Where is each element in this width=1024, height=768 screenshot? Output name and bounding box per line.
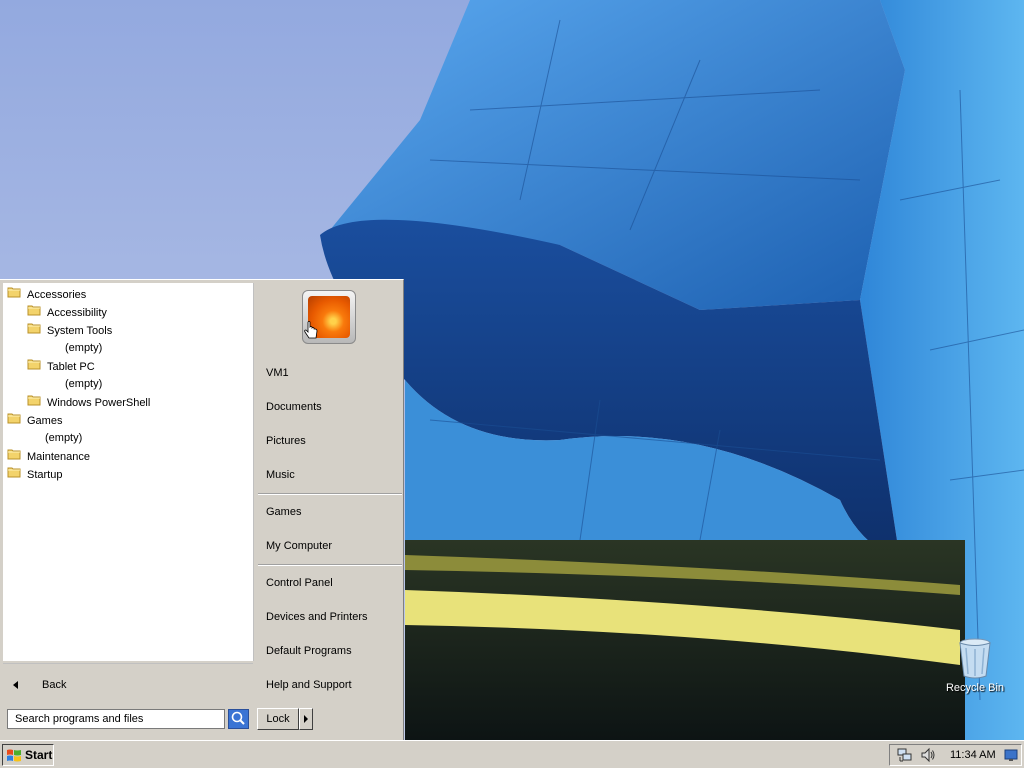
music-link[interactable]: Music xyxy=(266,465,295,485)
program-folder[interactable]: Accessibility xyxy=(27,303,107,321)
folder-icon xyxy=(7,447,21,467)
separator xyxy=(258,564,402,566)
default-programs-link[interactable]: Default Programs xyxy=(266,641,352,661)
lock-button[interactable]: Lock xyxy=(257,708,299,730)
back-label: Back xyxy=(42,679,67,691)
help-support-link[interactable]: Help and Support xyxy=(266,675,352,695)
clock[interactable]: 11:34 AM xyxy=(950,745,996,765)
program-label: Accessibility xyxy=(47,306,107,319)
documents-link[interactable]: Documents xyxy=(266,397,322,417)
search-icon xyxy=(231,711,245,725)
program-folder[interactable]: Maintenance xyxy=(7,447,90,465)
show-desktop-icon[interactable] xyxy=(1004,748,1018,762)
search-button[interactable] xyxy=(228,709,249,729)
folder-icon xyxy=(27,393,41,413)
back-button[interactable]: Back xyxy=(3,672,249,698)
folder-icon xyxy=(27,321,41,341)
volume-icon[interactable] xyxy=(920,747,936,763)
notification-area: 11:34 AM xyxy=(889,744,1022,766)
taskbar: Start 11:34 AM xyxy=(0,740,1024,768)
back-arrow-icon xyxy=(13,681,18,689)
search-placeholder: Search programs and files xyxy=(15,713,144,725)
control-panel-link[interactable]: Control Panel xyxy=(266,573,333,593)
program-label: (empty) xyxy=(65,342,103,354)
network-icon[interactable] xyxy=(897,747,913,763)
empty-placeholder: (empty) xyxy=(65,339,102,357)
program-folder[interactable]: Tablet PC xyxy=(27,357,95,375)
empty-placeholder: (empty) xyxy=(65,375,102,393)
pictures-link[interactable]: Pictures xyxy=(266,431,306,451)
start-menu-right-column: VM1 Documents Pictures Music Games My Co… xyxy=(254,280,404,741)
folder-icon xyxy=(27,303,41,323)
hand-cursor-icon xyxy=(304,321,318,339)
program-label: Tablet PC xyxy=(47,360,95,373)
program-label: Windows PowerShell xyxy=(47,396,151,409)
shutdown-options-button[interactable] xyxy=(299,708,313,730)
user-picture[interactable] xyxy=(302,290,356,344)
start-label: Start xyxy=(25,748,53,762)
program-label: (empty) xyxy=(65,378,103,390)
recycle-bin-label: Recycle Bin xyxy=(945,682,1005,694)
program-folder[interactable]: Accessories xyxy=(7,285,86,303)
folder-icon xyxy=(7,411,21,431)
folder-icon xyxy=(7,465,21,485)
windows-logo-icon xyxy=(7,749,21,761)
program-folder[interactable]: System Tools xyxy=(27,321,112,339)
program-label: Games xyxy=(27,414,63,427)
program-folder[interactable]: Games xyxy=(7,411,62,429)
my-computer-link[interactable]: My Computer xyxy=(266,536,332,556)
devices-printers-link[interactable]: Devices and Printers xyxy=(266,607,368,627)
all-programs-list: Accessories Accessibility System Tools (emp… xyxy=(3,283,254,661)
recycle-bin-shortcut[interactable]: Recycle Bin xyxy=(944,636,1006,694)
user-folder-link[interactable]: VM1 xyxy=(266,363,289,383)
program-folder[interactable]: Startup xyxy=(7,465,62,483)
search-input[interactable]: Search programs and files xyxy=(7,709,225,729)
start-button[interactable]: Start xyxy=(2,744,54,766)
folder-icon xyxy=(27,357,41,377)
folder-icon xyxy=(7,285,21,305)
recycle-bin-icon xyxy=(959,638,991,679)
program-folder[interactable]: Windows PowerShell xyxy=(27,393,150,411)
program-label: (empty) xyxy=(45,432,83,444)
chevron-right-icon xyxy=(304,715,308,723)
games-link[interactable]: Games xyxy=(266,502,301,522)
separator xyxy=(258,493,402,495)
program-label: Accessories xyxy=(27,288,87,301)
program-label: Maintenance xyxy=(27,450,90,463)
start-menu: Accessories Accessibility System Tools (emp… xyxy=(0,279,404,740)
program-label: Startup xyxy=(27,468,63,481)
empty-placeholder: (empty) xyxy=(45,429,82,447)
program-label: System Tools xyxy=(47,324,113,337)
